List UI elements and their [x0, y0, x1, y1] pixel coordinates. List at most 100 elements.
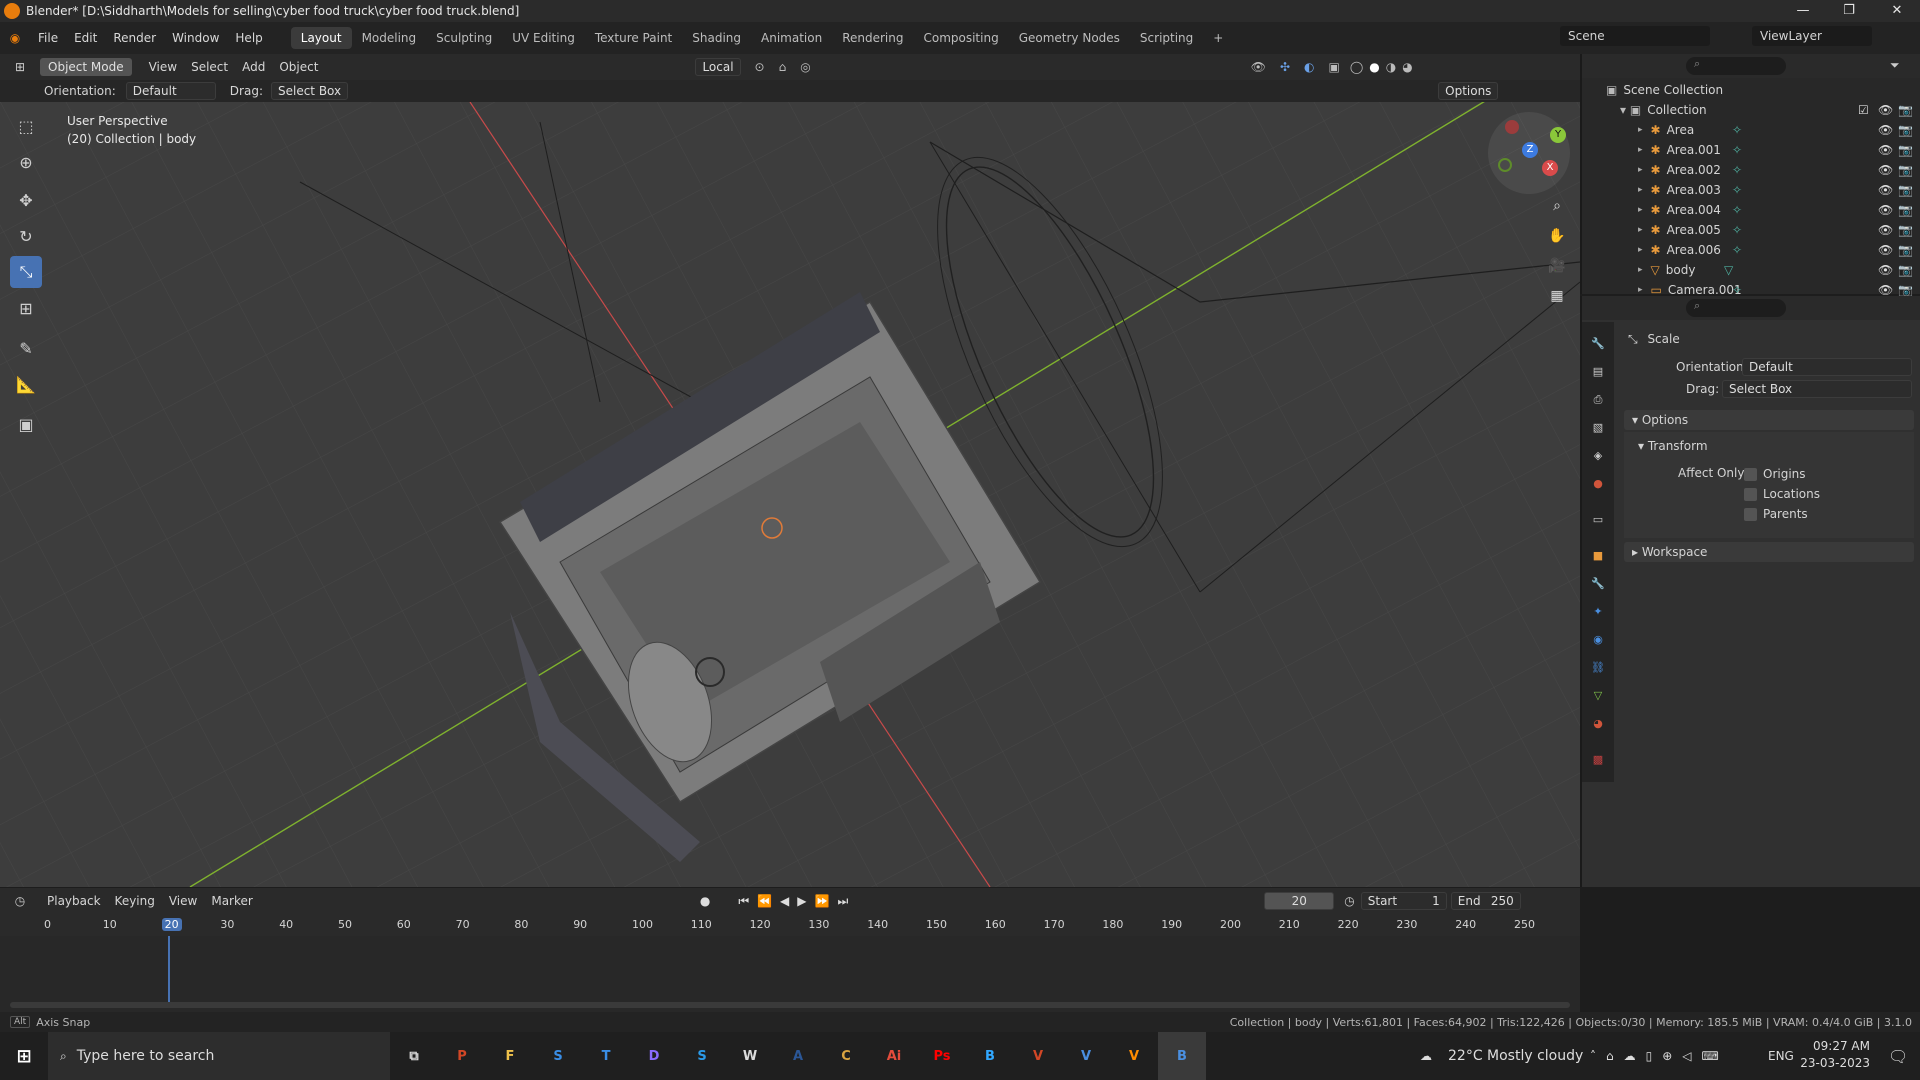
collection-row[interactable]: ▾ ▣ Collection ☑ 👁 📷 [1582, 100, 1920, 120]
expand-arrow-icon[interactable]: ▸ [1638, 285, 1643, 295]
camera-render-icon[interactable]: 📷 [1898, 243, 1913, 257]
end-frame-field[interactable]: End 250 [1450, 892, 1521, 910]
tab-animation[interactable]: Animation [751, 27, 832, 49]
texture-tab-icon[interactable]: ▩ [1590, 752, 1606, 768]
menu-view[interactable]: View [142, 60, 184, 74]
weather-icon[interactable]: ☁ [1420, 1049, 1432, 1063]
move-tool-icon[interactable]: ✥ [10, 184, 42, 216]
tab-rendering[interactable]: Rendering [832, 27, 913, 49]
eye-icon[interactable]: 👁 [1878, 103, 1893, 117]
taskbar-app-icon[interactable]: V [1062, 1032, 1110, 1080]
tab-shading[interactable]: Shading [682, 27, 751, 49]
taskbar-app-icon[interactable]: Ai [870, 1032, 918, 1080]
menu-timeline-view[interactable]: View [162, 894, 204, 908]
taskbar-app-icon[interactable]: S [534, 1032, 582, 1080]
taskbar-app-icon[interactable]: F [486, 1032, 534, 1080]
taskbar-app-icon[interactable]: P [438, 1032, 486, 1080]
visibility-icon[interactable]: 👁 [1251, 60, 1266, 74]
windows-start-icon[interactable]: ⊞ [0, 1032, 48, 1080]
physics-tab-icon[interactable]: ◉ [1590, 632, 1606, 648]
menu-add[interactable]: Add [235, 60, 272, 74]
navigation-gizmo[interactable]: Y Z X [1488, 112, 1570, 194]
taskbar-app-icon[interactable]: C [822, 1032, 870, 1080]
options-panel-header[interactable]: ▾ Options [1624, 410, 1914, 430]
close-button[interactable]: ✕ [1874, 0, 1920, 22]
cursor-tool-icon[interactable]: ⊕ [10, 146, 42, 178]
scene-collection-row[interactable]: ▣ Scene Collection [1582, 80, 1920, 100]
menu-marker[interactable]: Marker [204, 894, 259, 908]
weather-text[interactable]: 22°C Mostly cloudy [1448, 1048, 1583, 1064]
tab-scripting[interactable]: Scripting [1130, 27, 1203, 49]
gizmo-neg-y[interactable] [1498, 158, 1512, 172]
tab-sculpting[interactable]: Sculpting [426, 27, 502, 49]
expand-arrow-icon[interactable]: ▸ [1638, 265, 1643, 275]
rendered-shading-icon[interactable]: ◕ [1402, 60, 1412, 74]
menu-object[interactable]: Object [272, 60, 325, 74]
taskbar-app-icon[interactable]: Ps [918, 1032, 966, 1080]
taskbar-app-icon[interactable]: D [630, 1032, 678, 1080]
properties-search-input[interactable]: ⌕ [1686, 299, 1786, 317]
drag-prop-dropdown[interactable]: Select Box [1722, 380, 1912, 398]
annotate-tool-icon[interactable]: ✎ [10, 332, 42, 364]
notifications-icon[interactable]: 🗨 [1888, 1047, 1908, 1066]
scene-tab-icon[interactable]: ◈ [1590, 448, 1606, 464]
add-cube-tool-icon[interactable]: ▣ [10, 408, 42, 440]
scale-tool-icon[interactable]: ⤡ [10, 256, 42, 288]
add-workspace-button[interactable]: + [1203, 27, 1233, 49]
camera-render-icon[interactable]: 📷 [1898, 123, 1913, 137]
camera-render-icon[interactable]: 📷 [1898, 183, 1913, 197]
taskbar-app-icon[interactable]: B [966, 1032, 1014, 1080]
particles-tab-icon[interactable]: ✦ [1590, 604, 1606, 620]
expand-arrow-icon[interactable]: ▸ [1638, 185, 1643, 195]
gizmo-z-axis[interactable]: Z [1522, 142, 1538, 158]
snap-icon[interactable]: ⌂ [779, 60, 787, 74]
transform-orientation-dropdown[interactable]: Local [695, 58, 741, 76]
blender-menu-icon[interactable]: ◉ [0, 31, 30, 45]
maximize-button[interactable]: ❐ [1826, 0, 1872, 22]
zoom-icon[interactable]: ⌕ [1543, 192, 1571, 220]
eye-icon[interactable]: 👁 [1878, 143, 1893, 157]
affect-parents-checkbox[interactable]: Parents [1744, 504, 1808, 524]
tab-geometry-nodes[interactable]: Geometry Nodes [1009, 27, 1130, 49]
expand-arrow-icon[interactable]: ▸ [1638, 225, 1643, 235]
checkbox-icon[interactable]: ☑ [1858, 103, 1869, 117]
eye-icon[interactable]: 👁 [1878, 283, 1893, 297]
taskbar-app-icon[interactable]: B [1158, 1032, 1206, 1080]
minimize-button[interactable]: — [1780, 0, 1826, 22]
expand-arrow-icon[interactable]: ▸ [1638, 205, 1643, 215]
timeline-ruler[interactable]: 0 10 20 30 40 50 60 70 80 90 100 110 120 130 140 150 160… [0, 914, 1580, 936]
rotate-tool-icon[interactable]: ↻ [10, 220, 42, 252]
filter-icon[interactable]: ⏷ [1890, 58, 1900, 73]
pan-hand-icon[interactable]: ✋ [1543, 222, 1571, 250]
gizmo-toggle-icon[interactable]: ✣ [1280, 60, 1290, 74]
ortho-toggle-icon[interactable]: ▦ [1543, 282, 1571, 310]
material-shading-icon[interactable]: ◑ [1386, 60, 1396, 74]
menu-window[interactable]: Window [164, 31, 227, 45]
orientation-prop-dropdown[interactable]: Default [1742, 358, 1912, 376]
affect-origins-checkbox[interactable]: Origins [1744, 464, 1806, 484]
xray-icon[interactable]: ▣ [1329, 60, 1340, 74]
modifier-tab-icon[interactable]: 🔧 [1590, 576, 1606, 592]
scene-selector[interactable]: Scene [1560, 26, 1710, 46]
transform-tool-icon[interactable]: ⊞ [10, 292, 42, 324]
gizmo-neg-x[interactable] [1505, 120, 1519, 134]
render-tab-icon[interactable]: ▤ [1590, 364, 1606, 380]
camera-render-icon[interactable]: 📷 [1898, 103, 1913, 117]
tab-compositing[interactable]: Compositing [913, 27, 1008, 49]
expand-arrow-icon[interactable]: ▸ [1638, 245, 1643, 255]
workspace-panel-header[interactable]: ▸ Workspace [1624, 542, 1914, 562]
tab-uv-editing[interactable]: UV Editing [502, 27, 585, 49]
menu-playback[interactable]: Playback [40, 894, 108, 908]
outliner-item[interactable]: ▸ ✱ Area ✧ 👁 📷 [1582, 120, 1920, 140]
task-view-icon[interactable]: ⧉ [390, 1032, 438, 1080]
outliner-search-input[interactable]: ⌕ [1686, 57, 1786, 75]
eye-icon[interactable]: 👁 [1878, 183, 1893, 197]
menu-select[interactable]: Select [184, 60, 235, 74]
taskbar-app-icon[interactable]: T [582, 1032, 630, 1080]
tab-modeling[interactable]: Modeling [352, 27, 427, 49]
camera-view-icon[interactable]: 🎥 [1543, 252, 1571, 280]
view-layer-tab-icon[interactable]: ▧ [1590, 420, 1606, 436]
outliner-item[interactable]: ▸ ▽ body ▽ 👁 📷 [1582, 260, 1920, 280]
playback-controls[interactable]: ⏮⏪◀▶⏩⏭ [738, 894, 856, 909]
world-tab-icon[interactable]: ● [1590, 476, 1606, 492]
